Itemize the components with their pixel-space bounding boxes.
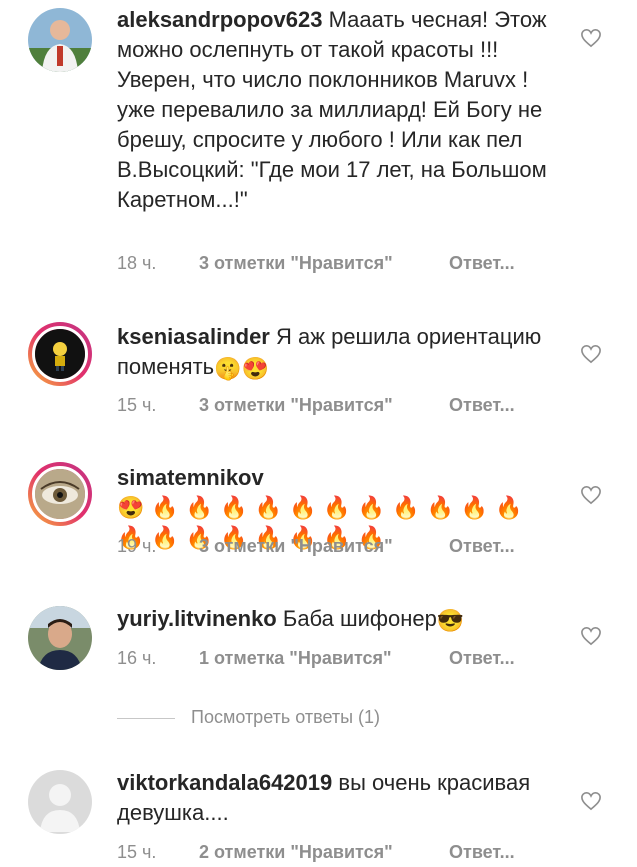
comment-emoji: 🤫😍 [214, 356, 269, 381]
heart-outline-icon[interactable] [580, 626, 602, 646]
reply-button[interactable]: Ответ... [449, 648, 515, 669]
avatar[interactable] [28, 462, 92, 526]
comment-username[interactable]: kseniasalinder [117, 324, 270, 349]
comment-meta: 18 ч. 3 отметки "Нравится" Ответ... [117, 253, 515, 274]
comment-timestamp: 15 ч. [117, 842, 157, 862]
likes-count-link[interactable]: 3 отметки "Нравится" [199, 253, 449, 274]
comment-username[interactable]: simatemnikov [117, 465, 264, 490]
avatar-photo [28, 606, 92, 670]
heart-outline-icon[interactable] [580, 791, 602, 811]
comment-meta: 16 ч. 1 отметка "Нравится" Ответ... [117, 648, 515, 669]
avatar-photo [35, 329, 85, 379]
comment-emoji: 😎 [436, 608, 465, 633]
reply-button[interactable]: Ответ... [449, 842, 515, 863]
view-replies-label: Посмотреть ответы (1) [191, 707, 381, 727]
avatar-photo [28, 8, 92, 72]
comment-timestamp: 16 ч. [117, 648, 157, 668]
reply-button[interactable]: Ответ... [449, 253, 515, 274]
comment-text: Мааать чесная! Этож можно ослепнуть от т… [117, 7, 547, 212]
avatar[interactable] [28, 8, 92, 72]
comment-timestamp: 15 ч. [117, 395, 157, 415]
comment-meta: 19 ч. 3 отметки "Нравится" Ответ... [117, 536, 515, 557]
avatar[interactable] [28, 322, 92, 386]
user-silhouette-icon [28, 770, 92, 834]
comment-username[interactable]: aleksandrpopov623 [117, 7, 322, 32]
comment-username[interactable]: viktorkandala642019 [117, 770, 332, 795]
comment-timestamp: 18 ч. [117, 253, 157, 273]
likes-count-link[interactable]: 3 отметки "Нравится" [199, 536, 449, 557]
avatar[interactable] [28, 606, 92, 670]
heart-outline-icon[interactable] [580, 485, 602, 505]
likes-count-link[interactable]: 2 отметки "Нравится" [199, 842, 449, 863]
comment-meta: 15 ч. 2 отметки "Нравится" Ответ... [117, 842, 515, 863]
replies-divider-line [117, 717, 175, 719]
reply-button[interactable]: Ответ... [449, 395, 515, 416]
comment-username[interactable]: yuriy.litvinenko [117, 606, 277, 631]
heart-outline-icon[interactable] [580, 344, 602, 364]
likes-count-link[interactable]: 1 отметка "Нравится" [199, 648, 449, 669]
avatar-photo [35, 469, 85, 519]
likes-count-link[interactable]: 3 отметки "Нравится" [199, 395, 449, 416]
reply-button[interactable]: Ответ... [449, 536, 515, 557]
avatar[interactable] [28, 770, 92, 834]
comment-timestamp: 19 ч. [117, 536, 157, 556]
comment-meta: 15 ч. 3 отметки "Нравится" Ответ... [117, 395, 515, 416]
heart-outline-icon[interactable] [580, 28, 602, 48]
view-replies-button[interactable]: Посмотреть ответы (1) [117, 707, 380, 733]
comment-text: Баба шифонер [282, 606, 437, 631]
